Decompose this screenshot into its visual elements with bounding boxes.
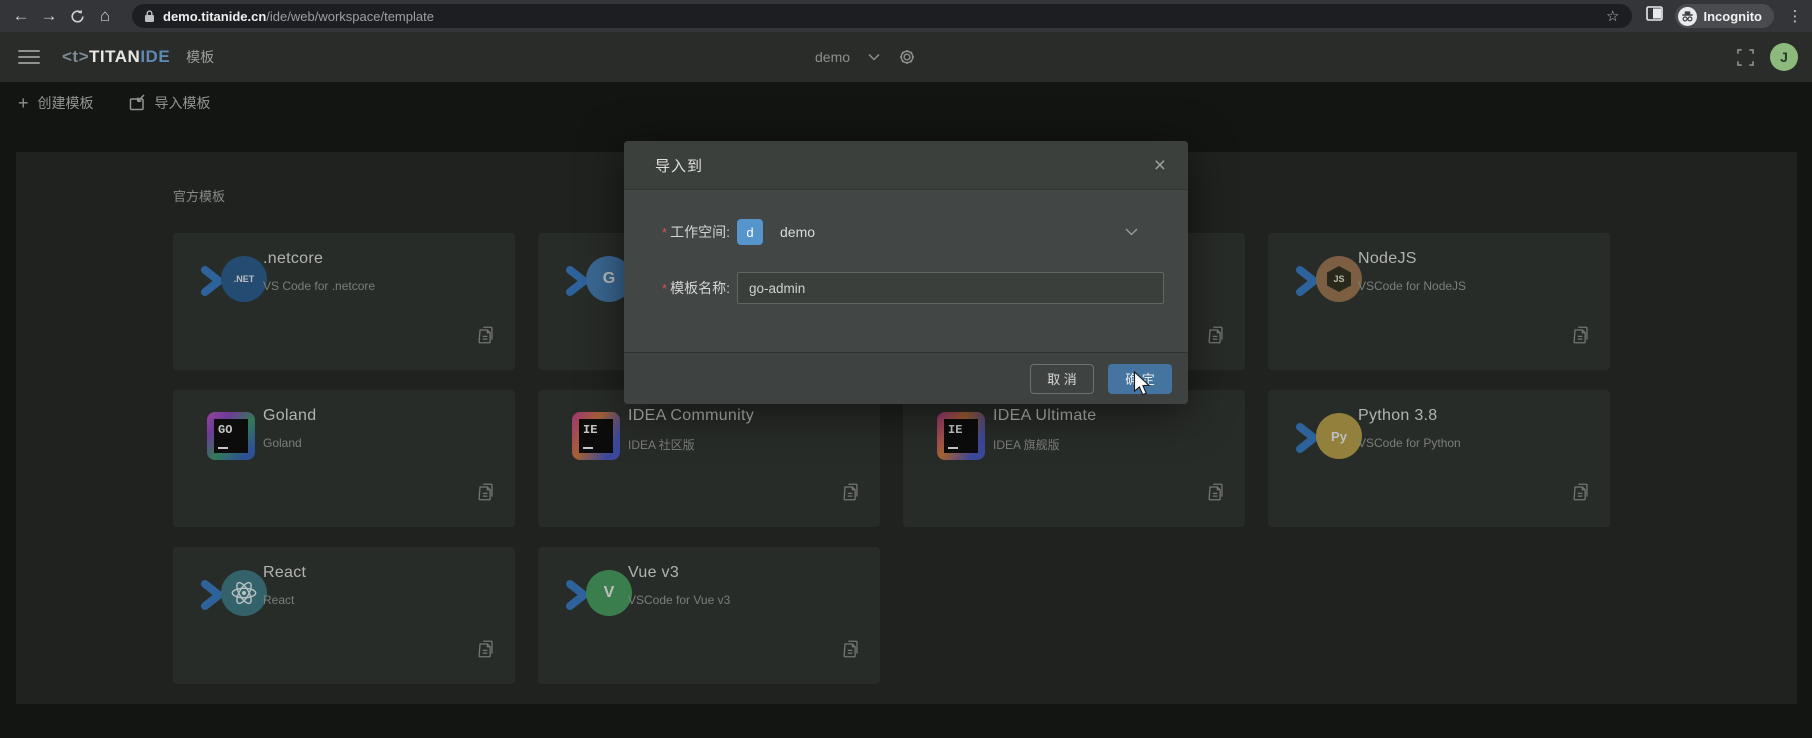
- fullscreen-icon[interactable]: [1737, 49, 1754, 66]
- dialog-footer: 取 消 确 定: [624, 352, 1188, 404]
- template-name-field-row: *模板名称:: [650, 272, 1164, 304]
- template-card-subtitle: Goland: [263, 436, 302, 450]
- workspace-field-row: *工作空间: d demo: [650, 216, 1164, 248]
- bookmark-star-icon[interactable]: ☆: [1606, 7, 1619, 25]
- template-card[interactable]: .NET .netcore VS Code for .netcore: [173, 233, 515, 370]
- app-header: <t>TITANIDE 模板 demo J: [0, 32, 1812, 82]
- template-name-input[interactable]: [737, 272, 1164, 304]
- side-panel-icon[interactable]: [1646, 6, 1663, 26]
- forward-icon[interactable]: →: [36, 3, 62, 29]
- template-card-subtitle: IDEA 旗舰版: [993, 436, 1060, 453]
- duplicate-template-icon[interactable]: [475, 324, 497, 351]
- vscode-vue-icon: V: [566, 567, 634, 621]
- vscode-python-icon: Py: [1296, 410, 1364, 464]
- gear-icon[interactable]: [898, 48, 916, 66]
- plus-icon: +: [18, 94, 29, 112]
- duplicate-template-icon[interactable]: [475, 481, 497, 508]
- chevron-down-icon: [868, 53, 880, 61]
- app-logo: <t>TITANIDE: [62, 47, 170, 67]
- url-text: demo.titanide.cn/ide/web/workspace/templ…: [163, 9, 434, 24]
- template-card-subtitle: VSCode for NodeJS: [1358, 279, 1466, 293]
- import-icon: [128, 94, 146, 112]
- workspace-selector[interactable]: demo: [815, 32, 916, 82]
- workspace-label: 工作空间:: [670, 224, 730, 240]
- template-card-title: IDEA Community: [628, 407, 754, 425]
- browser-menu-icon[interactable]: ⋮: [1786, 7, 1804, 25]
- template-card-subtitle: VS Code for .netcore: [263, 279, 375, 293]
- cancel-button[interactable]: 取 消: [1030, 364, 1094, 394]
- vscode-node-icon: JS: [1296, 253, 1364, 307]
- create-template-button[interactable]: + 创建模板: [18, 93, 94, 113]
- dialog-header: 导入到 ×: [624, 141, 1188, 190]
- template-card-title: Python 3.8: [1358, 407, 1438, 425]
- menu-icon[interactable]: [18, 50, 40, 64]
- import-template-button[interactable]: 导入模板: [128, 93, 211, 113]
- template-card[interactable]: IE IDEA Ultimate IDEA 旗舰版: [903, 390, 1245, 527]
- import-dialog: 导入到 × *工作空间: d demo *模板名称: 取 消 确 定: [624, 141, 1188, 404]
- vscode-react-icon: [201, 567, 269, 621]
- vscode-netcore-icon: .NET: [201, 253, 269, 307]
- workspace-chip: d: [737, 219, 763, 245]
- template-card[interactable]: Py Python 3.8 VSCode for Python: [1268, 390, 1610, 527]
- mouse-cursor: [1133, 371, 1151, 397]
- refresh-icon[interactable]: [64, 3, 90, 29]
- template-card[interactable]: V Vue v3 VSCode for Vue v3: [538, 547, 880, 684]
- template-card-subtitle: VSCode for Python: [1358, 436, 1461, 450]
- template-card[interactable]: React React: [173, 547, 515, 684]
- home-icon[interactable]: ⌂: [92, 3, 118, 29]
- address-bar[interactable]: demo.titanide.cn/ide/web/workspace/templ…: [132, 4, 1632, 28]
- duplicate-template-icon[interactable]: [840, 481, 862, 508]
- user-avatar[interactable]: J: [1770, 43, 1798, 71]
- duplicate-template-icon[interactable]: [840, 638, 862, 665]
- template-actions: + 创建模板 导入模板: [18, 93, 211, 113]
- duplicate-template-icon[interactable]: [1570, 324, 1592, 351]
- close-icon[interactable]: ×: [1154, 155, 1166, 176]
- jetbrains-icon: IE: [566, 410, 634, 464]
- incognito-spy-icon: [1678, 7, 1697, 26]
- incognito-badge: Incognito: [1675, 4, 1775, 28]
- duplicate-template-icon[interactable]: [1205, 324, 1227, 351]
- template-card-subtitle: IDEA 社区版: [628, 436, 695, 453]
- template-card-title: .netcore: [263, 250, 323, 268]
- jetbrains-icon: GO: [201, 410, 269, 464]
- required-marker: *: [662, 225, 667, 240]
- template-card-title: NodeJS: [1358, 250, 1417, 268]
- template-name-label: 模板名称:: [670, 280, 730, 296]
- duplicate-template-icon[interactable]: [1205, 481, 1227, 508]
- required-marker: *: [662, 281, 667, 296]
- chevron-down-icon: [1125, 228, 1138, 236]
- template-card[interactable]: IE IDEA Community IDEA 社区版: [538, 390, 880, 527]
- lock-icon: [144, 10, 155, 23]
- template-card-subtitle: VSCode for Vue v3: [628, 593, 730, 607]
- duplicate-template-icon[interactable]: [1570, 481, 1592, 508]
- template-card-title: Vue v3: [628, 564, 679, 582]
- workspace-select[interactable]: d demo: [737, 219, 1164, 245]
- template-card-title: IDEA Ultimate: [993, 407, 1097, 425]
- workspace-value: demo: [780, 224, 815, 240]
- browser-toolbar: ← → ⌂ demo.titanide.cn/ide/web/workspace…: [0, 0, 1812, 32]
- jetbrains-icon: IE: [931, 410, 999, 464]
- screen: ← → ⌂ demo.titanide.cn/ide/web/workspace…: [0, 0, 1812, 738]
- template-card[interactable]: JS NodeJS VSCode for NodeJS: [1268, 233, 1610, 370]
- template-card-subtitle: React: [263, 593, 294, 607]
- dialog-title: 导入到: [655, 155, 703, 176]
- template-card-title: React: [263, 564, 306, 582]
- duplicate-template-icon[interactable]: [475, 638, 497, 665]
- page-title: 模板: [186, 47, 214, 67]
- template-card[interactable]: GO Goland Goland: [173, 390, 515, 527]
- back-icon[interactable]: ←: [8, 3, 34, 29]
- template-card-title: Goland: [263, 407, 316, 425]
